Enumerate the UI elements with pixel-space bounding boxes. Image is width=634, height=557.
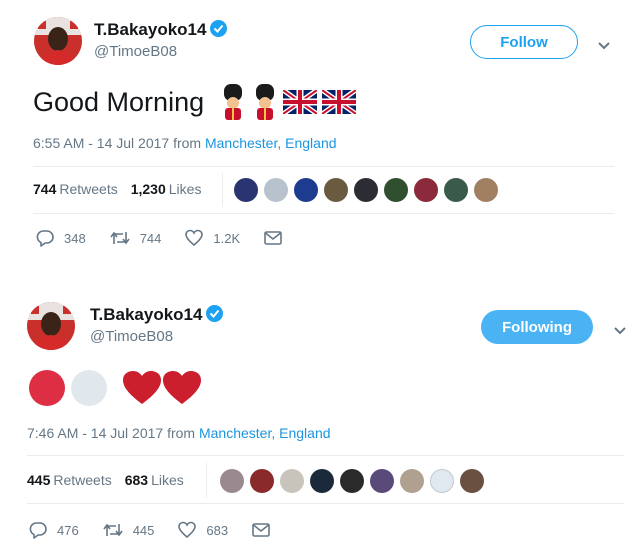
tweet-text (29, 370, 203, 406)
display-name-text[interactable]: T.Bakayoko14 (94, 20, 206, 39)
divider (33, 166, 614, 167)
retweets-stat[interactable]: 744 Retweets (33, 181, 118, 197)
avatar[interactable] (27, 302, 75, 350)
following-button[interactable]: Following (481, 310, 593, 344)
like-icon (178, 521, 196, 539)
liker-avatar[interactable] (310, 469, 334, 493)
display-name[interactable]: T.Bakayoko14 (94, 20, 228, 40)
guardsman-emoji (252, 84, 278, 120)
stats-separator (206, 463, 207, 497)
tweet-timestamp: 7:46 AM - 14 Jul 2017 from Manchester, E… (27, 425, 331, 441)
chevron-down-icon[interactable] (613, 323, 627, 333)
retweet-count: 744 (139, 230, 162, 246)
likes-label: Likes (151, 472, 184, 488)
tweet-stats: 445 Retweets 683 Likes (27, 472, 184, 488)
liker-avatar[interactable] (400, 469, 424, 493)
liker-avatar[interactable] (264, 178, 288, 202)
tweet-text-body: Good Morning (33, 86, 205, 117)
tweet-1: T.Bakayoko14 @TimoeB08 Follow Good Morni… (0, 0, 634, 270)
tweet-2: T.Bakayoko14 @TimoeB08 Following 7:46 AM… (0, 283, 634, 557)
liker-avatar[interactable] (324, 178, 348, 202)
divider (27, 503, 624, 504)
red-heart-emoji (163, 371, 201, 405)
retweets-count: 744 (33, 181, 57, 197)
message-icon (252, 523, 270, 537)
display-name[interactable]: T.Bakayoko14 (90, 305, 224, 325)
liker-avatar[interactable] (294, 178, 318, 202)
retweet-button[interactable]: 744 (110, 229, 162, 247)
message-icon (264, 231, 282, 245)
retweet-icon (103, 521, 123, 539)
reply-button[interactable]: 476 (29, 521, 79, 539)
liker-avatar[interactable] (250, 469, 274, 493)
divider (33, 213, 614, 214)
reply-icon (29, 521, 47, 539)
uk-flag-emoji (283, 90, 317, 114)
liker-avatar[interactable] (234, 178, 258, 202)
reply-button[interactable]: 348 (36, 229, 86, 247)
liker-avatars (234, 178, 504, 202)
message-button[interactable] (264, 231, 292, 245)
red-circle-emoji (29, 370, 65, 406)
likes-label: Likes (168, 181, 202, 197)
liker-avatar[interactable] (444, 178, 468, 202)
uk-flag-emoji (322, 90, 356, 114)
message-button[interactable] (252, 523, 280, 537)
like-count: 683 (206, 522, 229, 538)
liker-avatar[interactable] (384, 178, 408, 202)
location-link[interactable]: Manchester, England (199, 425, 331, 441)
liker-avatar[interactable] (280, 469, 304, 493)
follow-button[interactable]: Follow (470, 25, 578, 59)
tweet-actions: 348 744 1.2K (36, 229, 316, 247)
red-heart-emoji (123, 371, 161, 405)
white-circle-emoji (71, 370, 107, 406)
reply-count: 476 (57, 522, 79, 538)
retweet-icon (110, 229, 130, 247)
liker-avatar[interactable] (460, 469, 484, 493)
tweet-stats: 744 Retweets 1,230 Likes (33, 181, 201, 197)
retweet-count: 445 (132, 522, 155, 538)
verified-icon (210, 20, 228, 37)
location-link[interactable]: Manchester, England (205, 135, 337, 151)
reply-count: 348 (64, 230, 86, 246)
timestamp-text[interactable]: 7:46 AM - 14 Jul 2017 from (27, 425, 195, 441)
likes-count: 683 (124, 472, 149, 488)
avatar[interactable] (34, 17, 82, 65)
retweets-label: Retweets (59, 181, 118, 197)
liker-avatar[interactable] (220, 469, 244, 493)
divider (27, 455, 624, 456)
liker-avatar[interactable] (430, 469, 454, 493)
like-button[interactable]: 683 (178, 521, 228, 539)
chevron-down-icon[interactable] (597, 38, 611, 48)
tweet-text: Good Morning (33, 84, 356, 120)
liker-avatar[interactable] (474, 178, 498, 202)
likes-stat[interactable]: 683 Likes (125, 472, 184, 488)
retweets-label: Retweets (53, 472, 112, 488)
like-count: 1.2K (213, 230, 241, 246)
likes-count: 1,230 (130, 181, 166, 197)
like-icon (185, 229, 203, 247)
retweets-stat[interactable]: 445 Retweets (27, 472, 112, 488)
liker-avatar[interactable] (340, 469, 364, 493)
liker-avatar[interactable] (354, 178, 378, 202)
verified-icon (206, 305, 224, 322)
handle[interactable]: @TimoeB08 (94, 43, 177, 60)
stats-separator (222, 173, 223, 207)
display-name-text[interactable]: T.Bakayoko14 (90, 305, 202, 324)
liker-avatars (220, 469, 490, 493)
timestamp-text[interactable]: 6:55 AM - 14 Jul 2017 from (33, 135, 201, 151)
tweet-timestamp: 6:55 AM - 14 Jul 2017 from Manchester, E… (33, 135, 337, 151)
liker-avatar[interactable] (414, 178, 438, 202)
tweet-actions: 476 445 683 (29, 521, 304, 539)
reply-icon (36, 229, 54, 247)
like-button[interactable]: 1.2K (185, 229, 240, 247)
handle[interactable]: @TimoeB08 (90, 328, 173, 345)
retweets-count: 445 (27, 472, 51, 488)
retweet-button[interactable]: 445 (103, 521, 155, 539)
liker-avatar[interactable] (370, 469, 394, 493)
guardsman-emoji (220, 84, 246, 120)
likes-stat[interactable]: 1,230 Likes (131, 181, 202, 197)
